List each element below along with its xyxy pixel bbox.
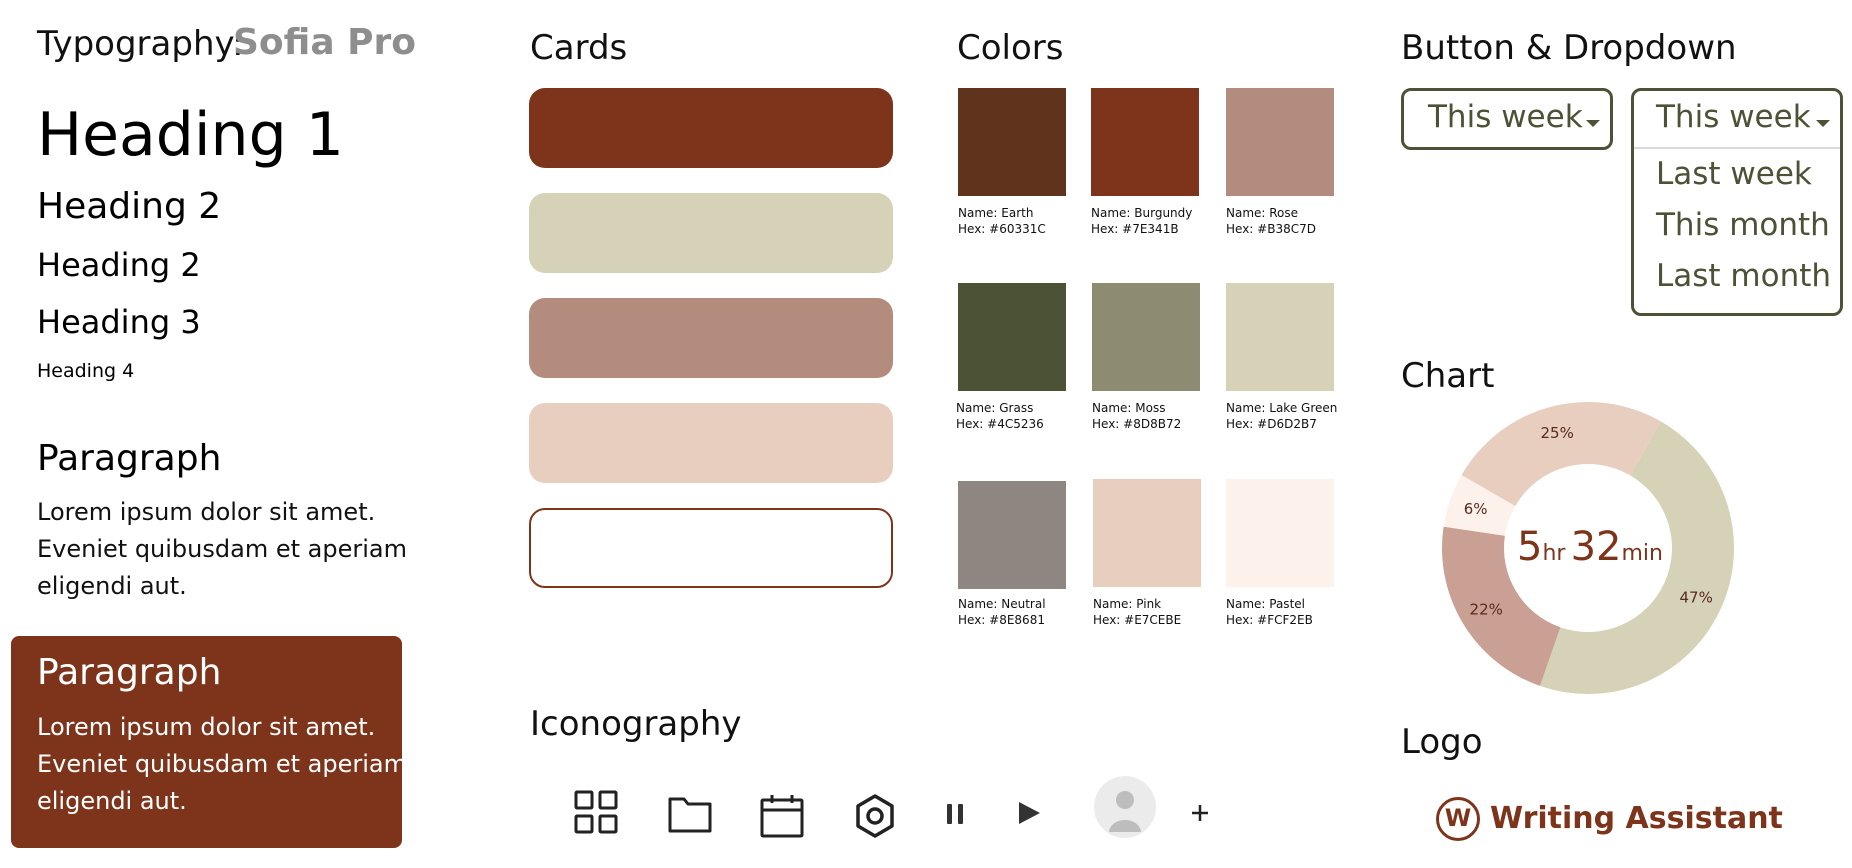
period-button-value: This week [1428, 99, 1583, 135]
logo-text: Writing Assistant [1490, 801, 1783, 836]
donut-label-1: 22% [1470, 601, 1503, 619]
folder-icon[interactable] [667, 791, 713, 837]
swatch-grass-label: Name: Grass Hex: #4C5236 [956, 401, 1044, 431]
chart-center-total: 5hr 32min [1490, 524, 1690, 570]
swatch-moss [1092, 283, 1200, 391]
dropdown-option-last-week[interactable]: Last week [1656, 156, 1812, 192]
heading-1-sample: Heading 1 [37, 100, 344, 170]
settings-icon[interactable] [852, 793, 898, 839]
iconography-title: Iconography [530, 704, 742, 744]
chevron-down-icon [1816, 120, 1830, 127]
period-dropdown[interactable]: This week Last week This month Last mont… [1631, 88, 1843, 316]
heading-3-sample: Heading 3 [37, 303, 201, 341]
avatar-icon[interactable] [1094, 776, 1156, 838]
heading-2-sample-alt: Heading 2 [37, 246, 201, 284]
dropdown-option-this-month[interactable]: This month [1656, 207, 1830, 243]
heading-4-sample: Heading 4 [37, 360, 135, 382]
swatch-earth-label: Name: Earth Hex: #60331C [958, 206, 1046, 236]
donut-label-2: 6% [1464, 500, 1488, 518]
card-outline[interactable] [529, 508, 893, 588]
swatch-pastel-label: Name: Pastel Hex: #FCF2EB [1226, 597, 1313, 627]
period-dropdown-value: This week [1656, 99, 1811, 135]
button-dropdown-title: Button & Dropdown [1401, 28, 1737, 68]
period-button[interactable]: This week [1401, 88, 1613, 150]
swatch-pink-label: Name: Pink Hex: #E7CEBE [1093, 597, 1182, 627]
donut-label-3: 25% [1541, 424, 1574, 442]
paragraph-dark-text: Lorem ipsum dolor sit amet. Eveniet quib… [37, 713, 407, 815]
swatch-lake-green [1226, 283, 1334, 391]
swatch-pink [1093, 479, 1201, 587]
plus-icon[interactable] [1189, 802, 1211, 824]
typography-font-name: Sofia Pro [233, 22, 417, 63]
logo-mark-letter: W [1444, 804, 1472, 832]
swatch-rose-label: Name: Rose Hex: #B38C7D [1226, 206, 1316, 236]
card-rose[interactable] [529, 298, 893, 378]
cards-title: Cards [530, 28, 628, 68]
chart-center-minutes: 32 [1570, 524, 1622, 570]
dropdown-option-last-month[interactable]: Last month [1656, 258, 1831, 294]
colors-title: Colors [957, 28, 1064, 68]
chevron-down-icon [1586, 120, 1600, 127]
calendar-icon[interactable] [759, 793, 805, 839]
swatch-neutral [958, 481, 1066, 589]
heading-2-sample: Heading 2 [37, 186, 222, 227]
donut-label-0: 47% [1680, 589, 1713, 607]
swatch-lake-green-label: Name: Lake Green Hex: #D6D2B7 [1226, 401, 1338, 431]
typography-label: Typography: [37, 24, 244, 64]
swatch-moss-label: Name: Moss Hex: #8D8B72 [1092, 401, 1182, 431]
chart-center-hours: 5 [1517, 524, 1543, 570]
pause-icon[interactable] [944, 802, 966, 826]
card-lake-green[interactable] [529, 193, 893, 273]
swatch-earth [958, 88, 1066, 196]
chart-center-hours-unit: hr [1542, 541, 1566, 566]
logo-mark: W [1436, 797, 1480, 841]
swatch-neutral-label: Name: Neutral Hex: #8E8681 [958, 597, 1046, 627]
chart-title: Chart [1401, 356, 1495, 396]
card-burgundy[interactable] [529, 88, 893, 168]
grid-icon[interactable] [573, 789, 619, 835]
swatch-burgundy [1091, 88, 1199, 196]
swatch-burgundy-label: Name: Burgundy Hex: #7E341B [1091, 206, 1193, 236]
chart-center-minutes-unit: min [1621, 541, 1663, 566]
card-pink[interactable] [529, 403, 893, 483]
dropdown-divider [1634, 147, 1840, 149]
donut-slice-3 [1461, 402, 1661, 506]
paragraph-dark-title: Paragraph [37, 652, 222, 693]
swatch-rose [1226, 88, 1334, 196]
logo-title: Logo [1401, 722, 1483, 762]
swatch-grass [958, 283, 1066, 391]
swatch-pastel [1226, 479, 1334, 587]
play-icon[interactable] [1016, 800, 1042, 826]
paragraph-title: Paragraph [37, 438, 222, 479]
paragraph-text: Lorem ipsum dolor sit amet. Eveniet quib… [37, 498, 407, 600]
